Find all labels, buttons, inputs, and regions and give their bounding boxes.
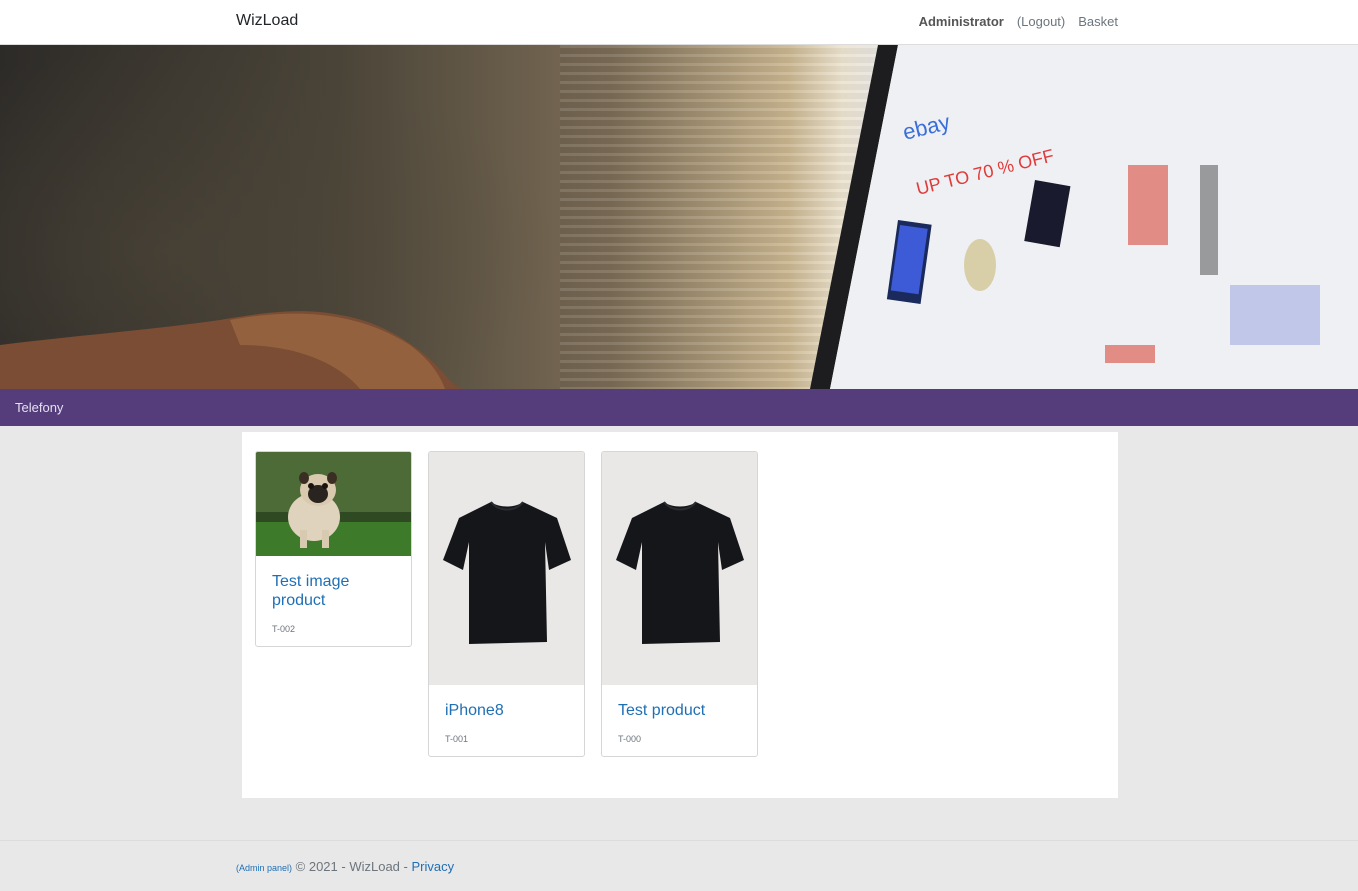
product-card[interactable]: Test product T-000 bbox=[601, 451, 758, 757]
product-sku: T-001 bbox=[445, 734, 469, 744]
user-nav: Administrator (Logout) Basket bbox=[919, 14, 1118, 29]
product-sku: T-002 bbox=[272, 624, 296, 634]
product-title[interactable]: iPhone8 bbox=[445, 701, 568, 720]
footer-text: (Admin panel) © 2021 - WizLoad - Privacy bbox=[236, 859, 454, 874]
product-card[interactable]: iPhone8 T-001 bbox=[428, 451, 585, 757]
basket-link[interactable]: Basket bbox=[1078, 14, 1118, 29]
hero-banner: UP TO 70 % OFF ebay bbox=[0, 45, 1358, 389]
hero-illustration: UP TO 70 % OFF ebay bbox=[0, 45, 1358, 389]
footer: (Admin panel) © 2021 - WizLoad - Privacy bbox=[0, 840, 1358, 891]
product-card-body: iPhone8 T-001 bbox=[429, 685, 584, 756]
product-image-tshirt bbox=[429, 452, 584, 685]
product-title[interactable]: Test image product bbox=[272, 572, 395, 610]
admin-panel-link[interactable]: (Admin panel) bbox=[236, 863, 292, 873]
category-item-telefony[interactable]: Telefony bbox=[15, 400, 63, 415]
logout-link[interactable]: (Logout) bbox=[1017, 14, 1065, 29]
product-title[interactable]: Test product bbox=[618, 701, 741, 720]
product-sku: T-000 bbox=[618, 734, 642, 744]
product-grid: Test image product T-002 iPhone8 T-001 T… bbox=[242, 432, 1118, 798]
category-bar: Telefony bbox=[0, 389, 1358, 426]
product-image-tshirt bbox=[602, 452, 757, 685]
privacy-link[interactable]: Privacy bbox=[411, 859, 454, 874]
product-image-pug bbox=[256, 452, 411, 556]
product-card[interactable]: Test image product T-002 bbox=[255, 451, 412, 647]
product-card-body: Test image product T-002 bbox=[256, 556, 411, 646]
product-card-body: Test product T-000 bbox=[602, 685, 757, 756]
copyright-text: © 2021 - WizLoad - bbox=[295, 859, 408, 874]
brand-link[interactable]: WizLoad bbox=[236, 12, 298, 30]
top-navbar: WizLoad Administrator (Logout) Basket bbox=[0, 0, 1358, 45]
user-name: Administrator bbox=[918, 14, 1004, 29]
